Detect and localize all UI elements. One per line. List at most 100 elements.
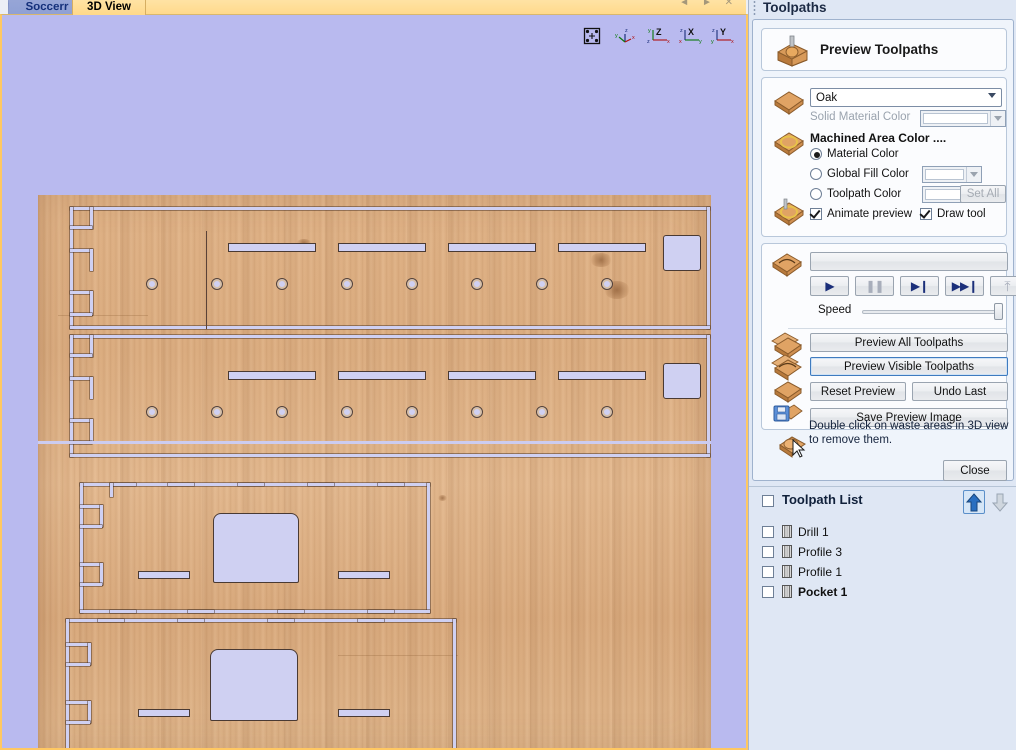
close-label: Close	[960, 464, 990, 477]
speed-label: Speed	[818, 304, 852, 316]
view-orientation-toolbar: z y x y Z z x z X x y z Y y x	[582, 25, 734, 49]
toolpath-checkbox[interactable]	[762, 545, 774, 558]
svg-text:z: z	[647, 39, 650, 45]
reset-preview-icon	[772, 378, 804, 404]
view3d-canvas[interactable]: z y x y Z z x z X x y z Y y x	[2, 15, 746, 748]
hint-line-2: to remove them.	[809, 433, 893, 446]
material-select[interactable]: Oak	[810, 88, 1002, 107]
radio-indicator	[810, 188, 822, 200]
undo-last-button[interactable]: Undo Last	[912, 382, 1008, 401]
z-view-icon[interactable]: y Z z x	[646, 26, 670, 48]
reset-to-top-icon: ⤒	[1004, 277, 1010, 294]
dialog-title-group: Preview Toolpaths	[761, 28, 1007, 71]
radio-toolpath-color-label: Toolpath Color	[827, 188, 902, 200]
selected-toolpath-icon	[770, 250, 804, 278]
svg-text:x: x	[679, 39, 682, 45]
radio-material-color[interactable]: Material Color	[810, 148, 899, 160]
list-item[interactable]: Profile 1	[762, 562, 842, 581]
svg-text:Y: Y	[720, 27, 726, 37]
checkbox-animate-preview-label: Animate preview	[827, 208, 913, 220]
checkbox-indicator	[920, 208, 932, 220]
application-window: Soccerr 3D View ◄ ► ✕ z y x y Z z x z X …	[0, 0, 1016, 750]
playback-group: ▶ ❚❚ ▶❙ ▶▶❙ ⤒ Speed Preview All Toolpath…	[761, 243, 1016, 430]
toolpath-icon	[782, 525, 792, 538]
svg-text:y: y	[615, 33, 618, 39]
checkbox-draw-tool[interactable]: Draw tool	[920, 208, 986, 220]
cursor-waste-icon	[778, 432, 808, 460]
radio-indicator	[810, 148, 822, 160]
global-fill-color-picker[interactable]	[922, 166, 982, 183]
tab-3d-view[interactable]: 3D View	[72, 0, 146, 15]
material-board[interactable]	[38, 195, 711, 748]
tabstrip-filler	[146, 0, 746, 15]
svg-text:Z: Z	[656, 27, 662, 37]
radio-toolpath-color[interactable]: Toolpath Color	[810, 188, 901, 200]
move-up-button[interactable]	[963, 490, 985, 514]
solid-material-color-label: Solid Material Color	[810, 111, 911, 123]
set-all-button[interactable]: Set All	[960, 185, 1006, 203]
playback-divider	[788, 328, 1006, 329]
preview-visible-toolpaths-label: Preview Visible Toolpaths	[844, 360, 974, 373]
svg-text:X: X	[688, 27, 694, 37]
preview-selected-toolpath-button[interactable]	[810, 252, 1008, 271]
pause-icon: ❚❚	[865, 279, 884, 293]
reset-preview-button[interactable]: Reset Preview	[810, 382, 906, 401]
play-button[interactable]: ▶	[810, 276, 849, 296]
toolpath-list-panel: Toolpath List Drill 1 Profile 3 Profile …	[749, 486, 1016, 750]
list-item[interactable]: Profile 3	[762, 542, 842, 561]
material-select-wrap: Oak	[810, 88, 1002, 107]
svg-text:x: x	[667, 39, 670, 45]
fast-forward-icon: ▶▶❙	[951, 279, 978, 293]
radio-material-color-label: Material Color	[827, 148, 899, 160]
close-button[interactable]: Close	[943, 460, 1007, 481]
checkbox-indicator	[810, 208, 822, 220]
x-view-icon[interactable]: z X x y	[678, 26, 702, 48]
move-down-button[interactable]	[989, 490, 1011, 514]
document-area: Soccerr 3D View ◄ ► ✕ z y x y Z z x z X …	[0, 0, 748, 750]
pause-button[interactable]: ❚❚	[855, 276, 894, 296]
list-item[interactable]: Drill 1	[762, 522, 829, 541]
fast-forward-button[interactable]: ▶▶❙	[945, 276, 984, 296]
toolpath-label: Drill 1	[798, 524, 829, 539]
tab-3d-view-label: 3D View	[87, 1, 131, 13]
tab-soccerr-label: Soccerr	[25, 1, 69, 13]
radio-indicator	[810, 168, 822, 180]
dialog-title: Preview Toolpaths	[820, 42, 939, 57]
toolpath-label: Profile 1	[798, 564, 843, 579]
solid-material-color-picker[interactable]	[920, 110, 1006, 127]
arrow-up-icon	[966, 492, 982, 511]
view3d-frame: z y x y Z z x z X x y z Y y x	[0, 14, 748, 750]
preview-all-toolpaths-label: Preview All Toolpaths	[854, 336, 964, 349]
toolpath-checkbox[interactable]	[762, 585, 774, 598]
toolpath-color-swatch	[925, 189, 964, 200]
speed-slider-thumb[interactable]	[994, 303, 1003, 320]
iso-view-icon[interactable]	[582, 26, 606, 48]
play-icon: ▶	[825, 279, 834, 293]
speed-slider-track[interactable]	[862, 310, 1002, 314]
toolpath-checkbox[interactable]	[762, 525, 774, 538]
checkbox-animate-preview[interactable]: Animate preview	[810, 208, 912, 220]
toolpath-icon	[782, 585, 792, 598]
list-item[interactable]: Pocket 1	[762, 582, 847, 601]
material-block-icon	[772, 86, 806, 116]
y-view-icon[interactable]: z Y y x	[710, 26, 734, 48]
hint-line-1: Double click on waste areas in 3D view	[809, 420, 1009, 432]
reset-top-button[interactable]: ⤒	[990, 276, 1016, 296]
toolpath-checkbox[interactable]	[762, 565, 774, 578]
panel-header-title: Toolpaths	[763, 0, 827, 15]
step-forward-icon: ▶❙	[910, 279, 929, 293]
solid-material-color-swatch	[923, 113, 988, 124]
radio-global-fill-color[interactable]: Global Fill Color	[810, 168, 909, 180]
machined-area-icon	[772, 128, 806, 158]
toolpath-label: Profile 3	[798, 544, 843, 559]
svg-text:z: z	[680, 28, 683, 34]
tab-window-controls[interactable]: ◄ ► ✕	[679, 0, 738, 8]
toolpath-icon	[782, 545, 792, 558]
preview-all-toolpaths-button[interactable]: Preview All Toolpaths	[810, 333, 1008, 352]
toolpath-label: Pocket 1	[798, 584, 848, 599]
xyz-view-icon[interactable]: z y x	[614, 26, 638, 48]
radio-global-fill-color-label: Global Fill Color	[827, 168, 909, 180]
step-button[interactable]: ▶❙	[900, 276, 939, 296]
preview-visible-toolpaths-button[interactable]: Preview Visible Toolpaths	[810, 357, 1008, 376]
toolpath-list-master-checkbox[interactable]	[762, 495, 774, 507]
